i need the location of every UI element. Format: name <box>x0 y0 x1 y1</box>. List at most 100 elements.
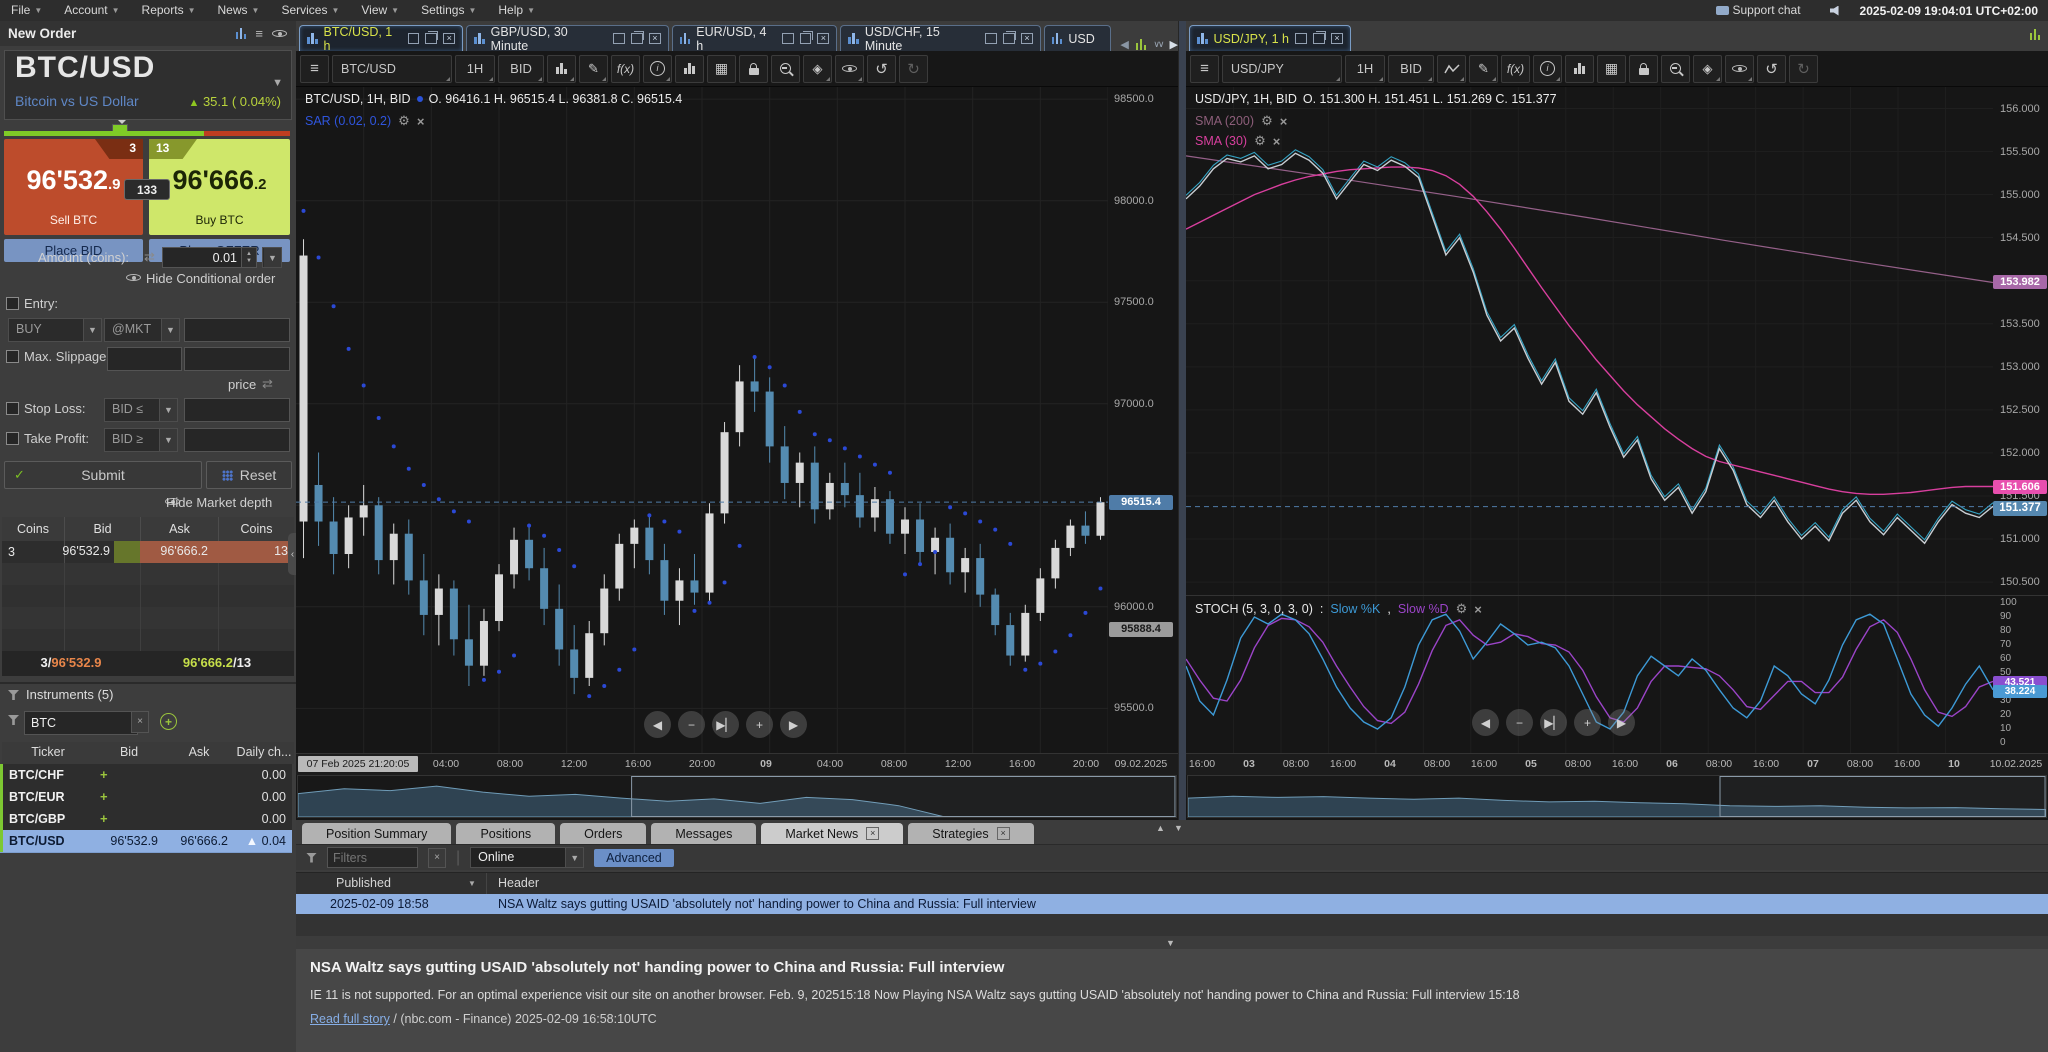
price-type-combo[interactable]: BID <box>498 54 544 83</box>
support-chat-button[interactable]: Support chat <box>1705 0 1812 21</box>
zoom-out-button[interactable]: − <box>1506 709 1533 736</box>
menu-settings[interactable]: Settings ▼ <box>410 0 487 21</box>
max-slippage-price-input[interactable] <box>184 347 290 371</box>
scroll-left-button[interactable]: ◀ <box>644 711 671 738</box>
close-icon[interactable]: × <box>1280 114 1288 129</box>
amount-stepper[interactable]: ▲ ▼ <box>242 247 257 268</box>
entry-checkbox[interactable] <box>6 297 19 310</box>
close-icon[interactable]: × <box>1474 602 1482 617</box>
symbol-combo[interactable]: USD/JPY <box>1222 54 1342 83</box>
price-swap-icon[interactable]: ⇄ <box>262 376 273 392</box>
window-restore-down-icon[interactable] <box>985 33 998 44</box>
chart-tab[interactable]: USD <box>1043 25 1112 51</box>
instrument-search-input[interactable] <box>24 711 138 735</box>
chart-type-button[interactable] <box>1437 54 1466 83</box>
stop-loss-cond-select[interactable]: BID ≤ ▼ <box>104 398 178 422</box>
window-float-icon[interactable] <box>631 31 644 44</box>
reset-button[interactable]: Reset <box>206 461 292 489</box>
gear-icon[interactable]: ⚙ <box>1261 113 1273 129</box>
chart-menu-button[interactable]: ≡ <box>1190 54 1219 83</box>
undo-button[interactable]: ↺ <box>1757 54 1786 83</box>
window-float-icon[interactable] <box>425 31 439 44</box>
online-select[interactable]: Online ▼ <box>470 847 585 868</box>
usdjpy-chart-navigator[interactable] <box>1187 775 2047 818</box>
scroll-right-button[interactable]: ▶ <box>1608 709 1635 736</box>
calendar-button[interactable]: ▦ <box>1597 54 1626 83</box>
news-row[interactable]: 2025-02-09 18:58 NSA Waltz says gutting … <box>296 894 2048 914</box>
timeframe-combo[interactable]: 1H <box>455 54 495 83</box>
tab-close-icon[interactable]: × <box>1021 33 1033 44</box>
depth-row[interactable]: 3 96'532.9 96'666.2 13 <box>2 541 294 563</box>
usdjpy-time-axis[interactable]: 16:00 03 08:00 16:00 04 08:00 16:00 05 08:00 16:0… <box>1186 753 2048 775</box>
entry-price-input[interactable] <box>184 318 290 342</box>
tabs-scroll-right-icon[interactable]: ▶ <box>1170 38 1178 51</box>
layers-button[interactable]: ◈ <box>803 54 832 83</box>
take-profit-input[interactable] <box>184 428 290 452</box>
window-restore-down-icon[interactable] <box>781 33 794 44</box>
entry-side-select[interactable]: BUY ▼ <box>8 318 102 342</box>
gear-icon[interactable]: ⚙ <box>1254 133 1266 149</box>
draw-button[interactable]: ✎ <box>1469 54 1498 83</box>
btc-price-axis[interactable]: 98500.098000.097500.097000.096500.096000… <box>1108 87 1178 753</box>
instrument-row-btc-gbp[interactable]: BTC/GBP +0.00 <box>0 808 292 831</box>
max-slippage-checkbox[interactable] <box>6 350 19 363</box>
news-table-header[interactable]: Published ▼ Header <box>296 872 2048 895</box>
published-column-header[interactable]: Published <box>336 876 391 890</box>
volume-button[interactable] <box>1565 54 1594 83</box>
add-instrument-button[interactable]: + <box>160 713 177 730</box>
undo-button[interactable]: ↺ <box>867 54 896 83</box>
tabs-list-icon[interactable]: ∨∨ <box>1153 39 1164 50</box>
chart-tab[interactable]: USD/CHF, 15 Minute × <box>840 25 1041 53</box>
window-restore-down-icon[interactable] <box>407 33 420 44</box>
instr-col-1[interactable]: Bid <box>94 745 164 759</box>
jump-to-end-button[interactable]: ▶▏ <box>1540 709 1567 736</box>
chart-tab[interactable]: USD/JPY, 1 h × <box>1189 25 1352 51</box>
window-float-icon[interactable] <box>1003 31 1017 44</box>
timeframe-combo[interactable]: 1H <box>1345 54 1385 83</box>
gear-icon[interactable]: ⚙ <box>1456 601 1468 617</box>
max-slippage-input[interactable] <box>107 347 182 371</box>
menu-account[interactable]: Account ▼ <box>53 0 130 21</box>
subscribe-plus-icon[interactable]: + <box>100 767 108 782</box>
zoom-in-button[interactable]: + <box>1574 709 1601 736</box>
collapse-panel-icon[interactable]: ▼ <box>1174 823 1183 833</box>
calendar-button[interactable]: ▦ <box>707 54 736 83</box>
bottom-tab-orders[interactable]: Orders <box>560 823 647 844</box>
entry-type-select[interactable]: @MKT ▼ <box>104 318 180 342</box>
panel-eye-icon[interactable] <box>272 27 287 40</box>
symbol-combo[interactable]: BTC/USD <box>332 54 452 83</box>
visibility-button[interactable] <box>835 54 864 83</box>
zoom-button[interactable] <box>1661 54 1690 83</box>
instrument-row-btc-chf[interactable]: BTC/CHF +0.00 <box>0 764 292 787</box>
menu-view[interactable]: View ▼ <box>350 0 410 21</box>
chart-type-button[interactable] <box>547 54 576 83</box>
tab-close-icon[interactable]: × <box>443 33 456 44</box>
menu-reports[interactable]: Reports ▼ <box>131 0 207 21</box>
take-profit-checkbox[interactable] <box>6 432 19 445</box>
bottom-tab-position-summary[interactable]: Position Summary <box>302 823 452 844</box>
amount-preset-dropdown[interactable]: ▼ <box>262 247 282 268</box>
tabs-scroll-left-icon[interactable]: ◀ <box>1120 38 1128 51</box>
instr-col-0[interactable]: Ticker <box>2 745 94 759</box>
read-full-story-link[interactable]: Read full story <box>310 1012 390 1026</box>
instr-col-3[interactable]: Daily ch... <box>234 745 294 759</box>
info-button[interactable]: i <box>1533 54 1562 83</box>
chart-tab[interactable]: EUR/USD, 4 h × <box>671 25 838 53</box>
usdjpy-price-chart[interactable] <box>1185 87 1994 595</box>
subscribe-plus-icon[interactable]: + <box>100 789 108 804</box>
filters-input[interactable] <box>327 847 418 868</box>
lock-scroll-button[interactable] <box>1629 54 1658 83</box>
chart-menu-button[interactable]: ≡ <box>300 54 329 83</box>
expand-panel-icon[interactable]: ▲ <box>1156 823 1165 833</box>
chevron-down-icon[interactable]: ▼ <box>272 77 283 89</box>
visibility-button[interactable] <box>1725 54 1754 83</box>
menu-services[interactable]: Services ▼ <box>270 0 350 21</box>
price-type-combo[interactable]: BID <box>1388 54 1434 83</box>
submit-button[interactable]: ✓ Submit <box>4 461 202 489</box>
new-chart-icon[interactable] <box>2029 27 2040 45</box>
new-chart-icon[interactable] <box>235 28 247 39</box>
news-article-splitter[interactable]: ▼ <box>296 936 2048 949</box>
hide-conditional-eye-icon[interactable] <box>126 271 141 284</box>
info-button[interactable]: i <box>643 54 672 83</box>
tab-close-icon[interactable]: × <box>866 827 880 840</box>
